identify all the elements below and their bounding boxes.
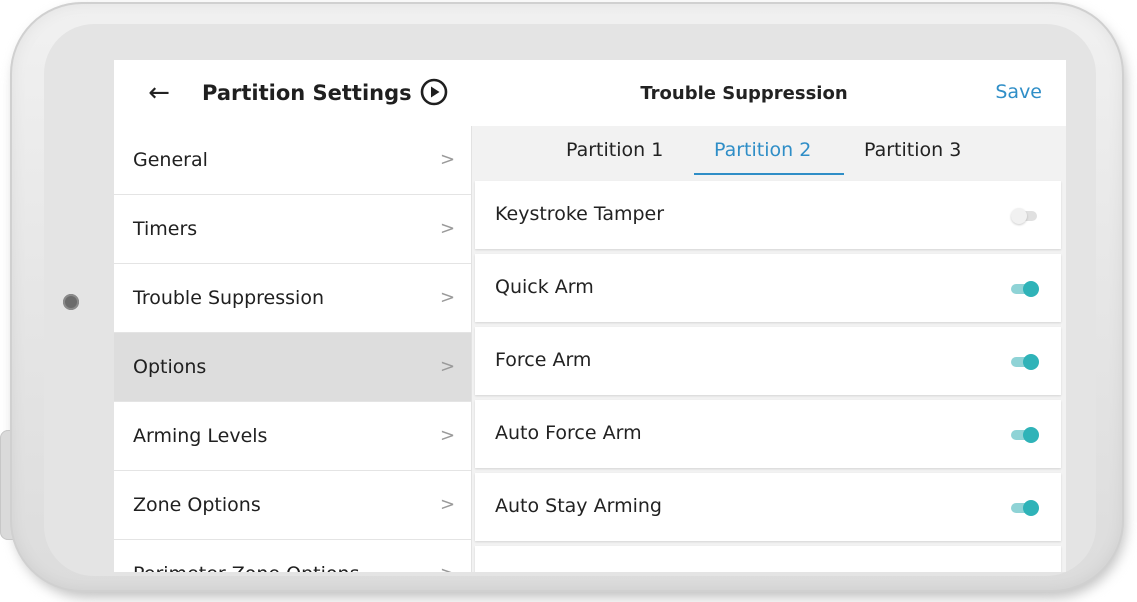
sidebar-item-label: Perimeter Zone Options: [133, 560, 359, 572]
setting-label: Keystroke Tamper: [495, 203, 665, 225]
tab-partition-3[interactable]: Partition 3: [864, 138, 961, 162]
play-circle-icon[interactable]: [420, 78, 448, 106]
sidebar-item-label: General: [133, 149, 208, 171]
auto-stay-arming-toggle[interactable]: [1011, 500, 1039, 516]
sidebar-item-timers[interactable]: Timers >: [114, 195, 471, 264]
keystroke-tamper-toggle[interactable]: [1011, 208, 1039, 224]
tab-partition-1[interactable]: Partition 1: [566, 138, 663, 162]
tab-partition-2[interactable]: Partition 2: [714, 138, 811, 162]
chevron-right-icon: >: [440, 494, 456, 515]
chevron-right-icon: >: [440, 287, 456, 308]
sidebar-item-general[interactable]: General >: [114, 126, 471, 195]
chevron-right-icon: >: [440, 149, 456, 170]
sidebar-item-options[interactable]: Options >: [114, 333, 471, 402]
chevron-right-icon: >: [440, 425, 456, 446]
section-title: Trouble Suppression: [640, 83, 848, 104]
top-bar: ← Partition Settings Trouble Suppression…: [114, 60, 1066, 126]
setting-row-auto-force-arm: Auto Force Arm: [475, 400, 1061, 468]
auto-force-arm-toggle[interactable]: [1011, 427, 1039, 443]
force-arm-toggle[interactable]: [1011, 354, 1039, 370]
toggle-knob: [1023, 281, 1039, 297]
sidebar-item-perimeter-zone-options[interactable]: Perimeter Zone Options >: [114, 540, 471, 572]
sidebar-item-label: Zone Options: [133, 494, 261, 516]
sidebar-item-label: Arming Levels: [133, 425, 268, 447]
sidebar-item-label: Options: [133, 356, 207, 378]
setting-row-partial: [475, 546, 1061, 572]
chevron-right-icon: >: [440, 218, 456, 239]
setting-row-force-arm: Force Arm: [475, 327, 1061, 395]
setting-label: Force Arm: [495, 349, 592, 371]
active-tab-indicator: [694, 173, 844, 175]
setting-row-quick-arm: Quick Arm: [475, 254, 1061, 322]
sidebar: General > Timers > Trouble Suppression >…: [114, 126, 472, 572]
sidebar-item-trouble-suppression[interactable]: Trouble Suppression >: [114, 264, 471, 333]
partition-tabs: Partition 1 Partition 2 Partition 3: [472, 126, 1066, 176]
screen: ← Partition Settings Trouble Suppression…: [114, 60, 1066, 572]
setting-label: Quick Arm: [495, 276, 594, 298]
sidebar-item-arming-levels[interactable]: Arming Levels >: [114, 402, 471, 471]
toggle-knob: [1023, 500, 1039, 516]
setting-row-keystroke-tamper: Keystroke Tamper: [475, 181, 1061, 249]
arrow-left-icon[interactable]: ←: [144, 76, 174, 110]
camera-icon: [63, 294, 79, 310]
toggle-knob: [1023, 354, 1039, 370]
page-title: Partition Settings: [202, 81, 412, 105]
sidebar-item-zone-options[interactable]: Zone Options >: [114, 471, 471, 540]
sidebar-item-label: Trouble Suppression: [133, 287, 324, 309]
setting-label: Auto Stay Arming: [495, 495, 662, 517]
chevron-right-icon: >: [440, 562, 455, 572]
setting-row-auto-stay-arming: Auto Stay Arming: [475, 473, 1061, 541]
sidebar-item-label: Timers: [133, 218, 198, 240]
toggle-knob: [1023, 427, 1039, 443]
save-button[interactable]: Save: [972, 78, 1042, 106]
toggle-knob: [1011, 208, 1027, 224]
chevron-right-icon: >: [440, 356, 456, 377]
quick-arm-toggle[interactable]: [1011, 281, 1039, 297]
setting-label: Auto Force Arm: [495, 422, 642, 444]
